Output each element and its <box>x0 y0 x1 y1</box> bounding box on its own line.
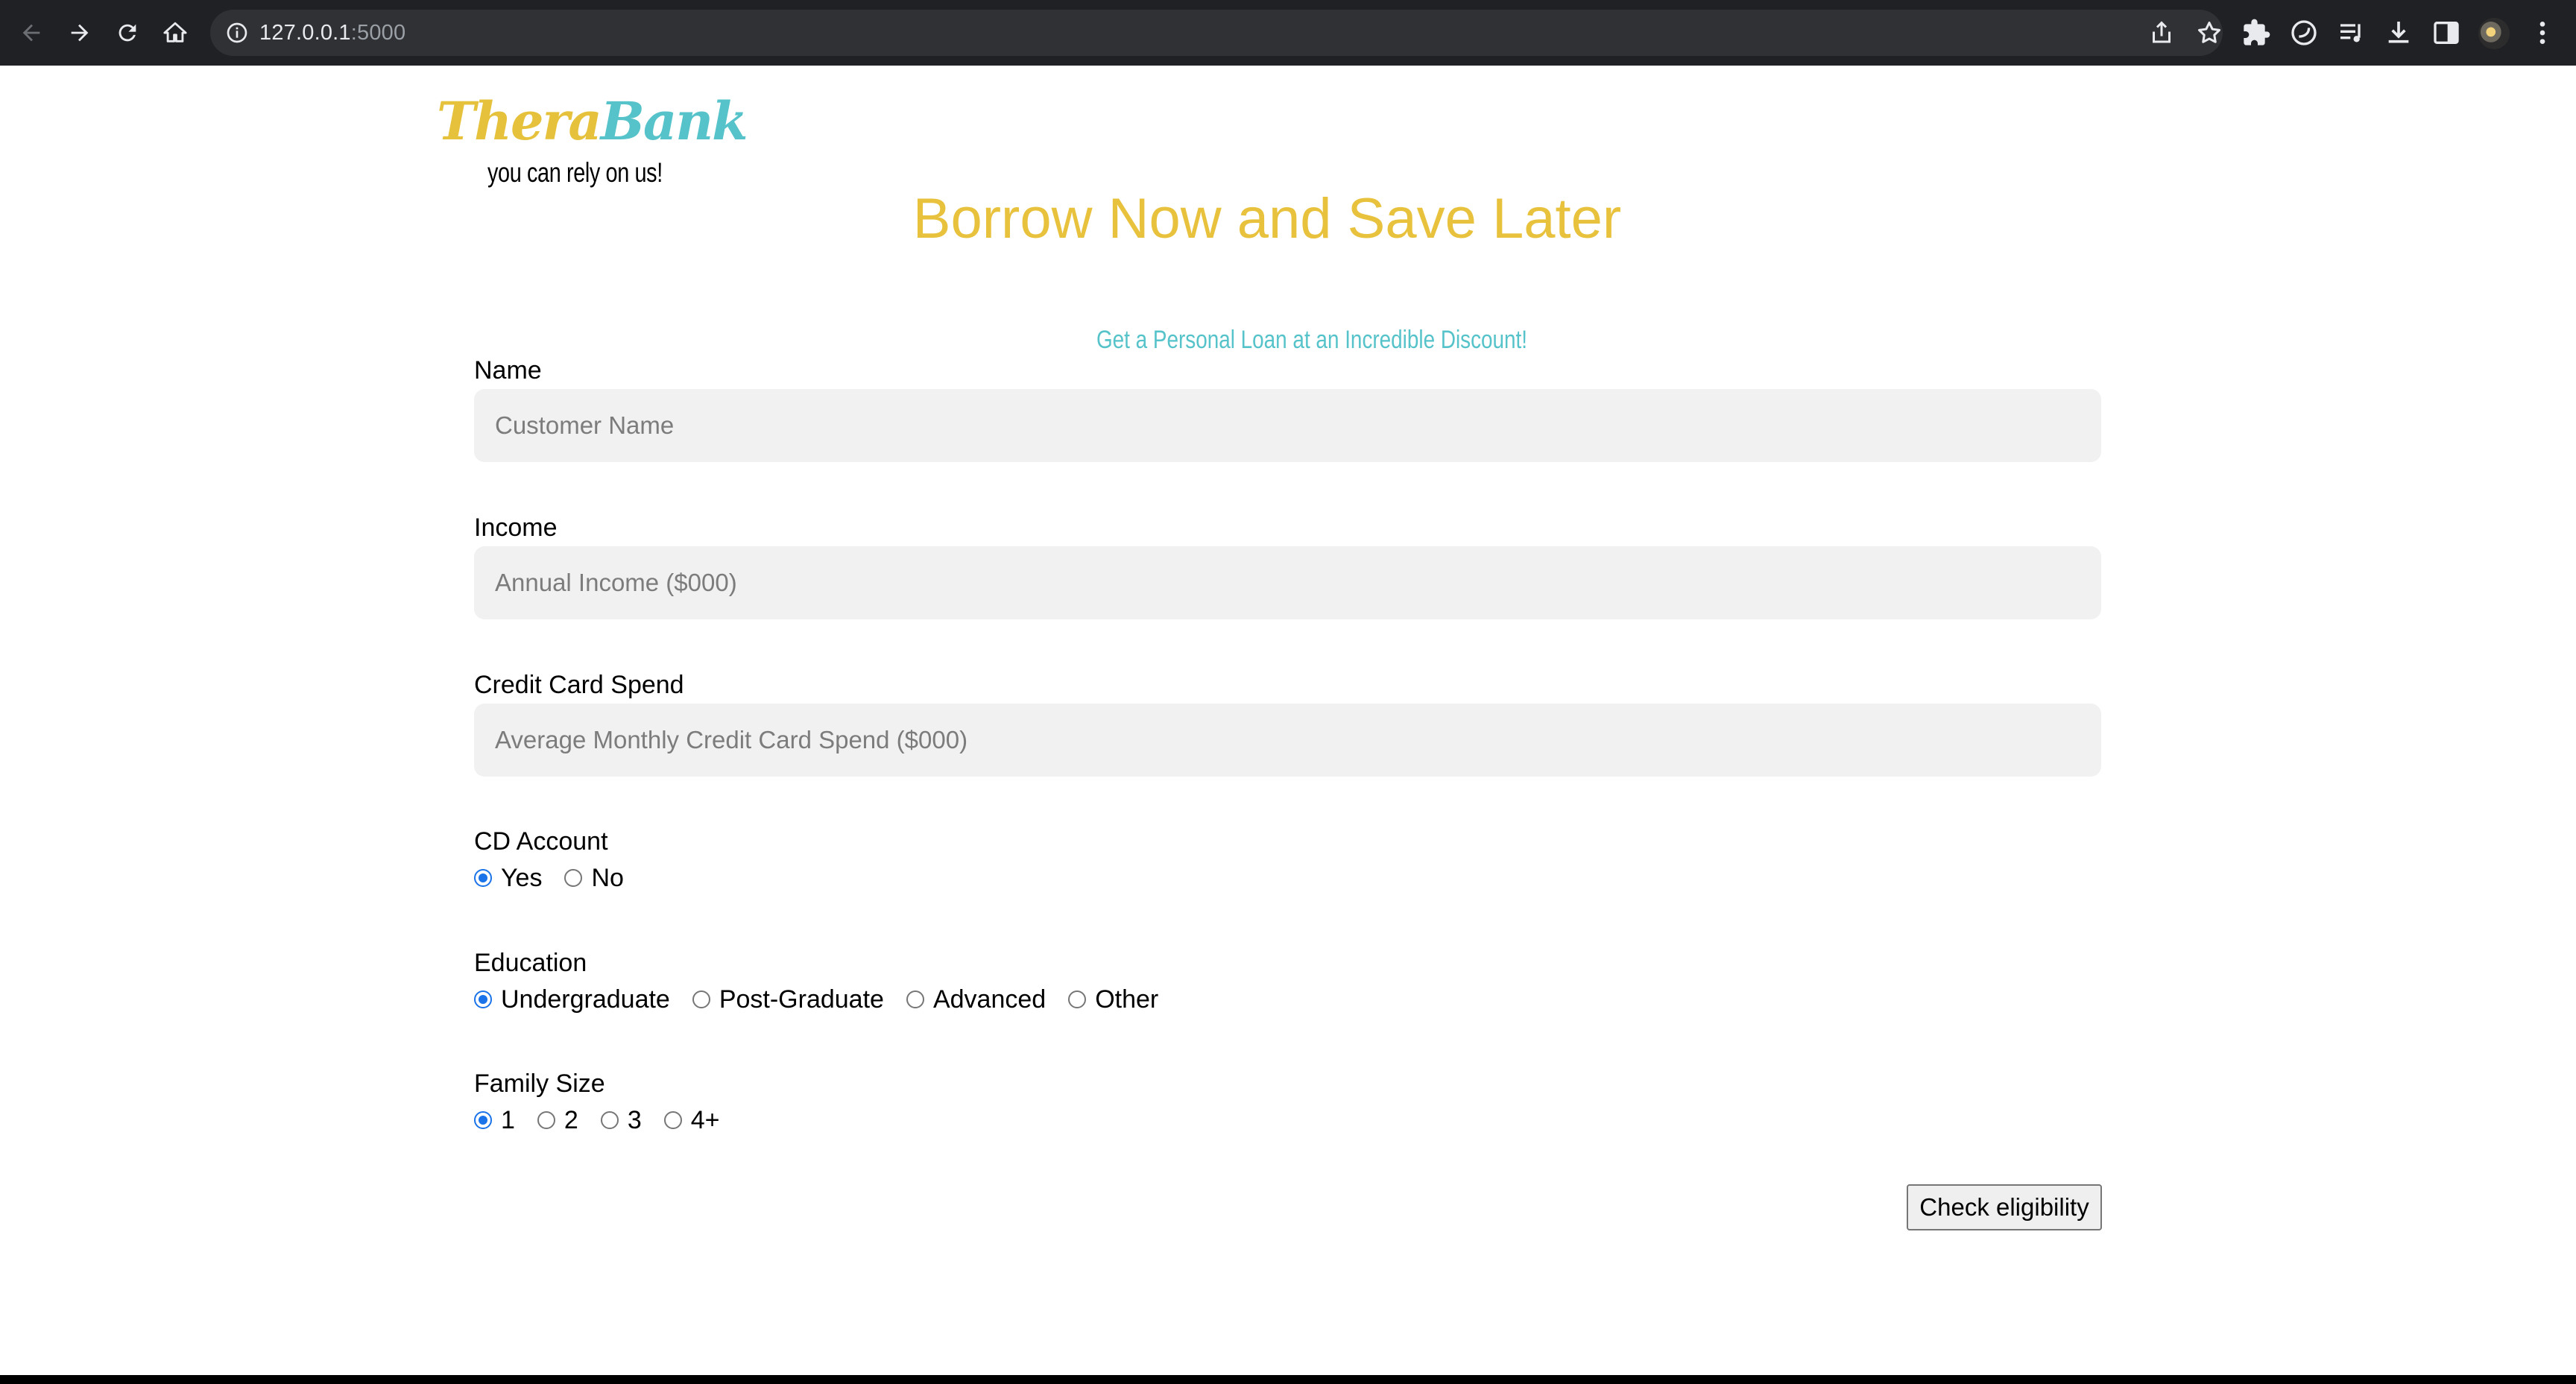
education-radio-group: Undergraduate Post-Graduate Advanced Oth… <box>474 983 1181 1016</box>
cd-account-radio-group: Yes No <box>474 862 646 894</box>
extensions-icon[interactable] <box>2241 18 2271 48</box>
education-option-other[interactable]: Other <box>1068 985 1158 1014</box>
browser-toolbar: 127.0.0.1:5000 <box>0 0 2576 66</box>
extension-swirl-icon[interactable] <box>2289 18 2319 48</box>
annual-income-input[interactable] <box>474 546 2101 619</box>
cd-account-label: CD Account <box>474 827 608 856</box>
radio-button[interactable] <box>537 1111 555 1129</box>
back-button[interactable] <box>12 13 51 52</box>
site-info-icon[interactable] <box>225 21 249 45</box>
customer-name-input[interactable] <box>474 389 2101 462</box>
bookmark-star-icon[interactable] <box>2196 19 2223 46</box>
cd-account-option-yes[interactable]: Yes <box>474 863 542 893</box>
radio-button[interactable] <box>564 869 583 887</box>
hero-subtitle: Get a Personal Loan at an Incredible Dis… <box>1096 326 1528 354</box>
back-arrow-icon <box>22 24 40 42</box>
logo-tagline: you can rely on us! <box>487 157 663 188</box>
therabank-logo: TheraBank you can rely on us! <box>437 80 748 207</box>
home-button[interactable] <box>156 13 195 52</box>
url-text[interactable]: 127.0.0.1:5000 <box>259 20 405 45</box>
home-icon <box>163 22 187 42</box>
page-content: TheraBank you can rely on us! Borrow Now… <box>0 66 2576 1384</box>
cd-account-option-no[interactable]: No <box>564 863 624 893</box>
education-label: Education <box>474 949 587 977</box>
family-size-option-3[interactable]: 3 <box>600 1105 642 1135</box>
family-size-option-1[interactable]: 1 <box>474 1105 515 1135</box>
check-eligibility-button[interactable]: Check eligibility <box>1907 1184 2102 1230</box>
radio-button[interactable] <box>692 990 710 1008</box>
radio-button[interactable] <box>474 869 492 887</box>
education-option-post-graduate[interactable]: Post-Graduate <box>692 985 884 1014</box>
share-icon[interactable] <box>2148 19 2175 46</box>
radio-button[interactable] <box>474 1111 492 1129</box>
reading-list-icon[interactable] <box>2337 18 2367 48</box>
family-size-option-2[interactable]: 2 <box>537 1105 578 1135</box>
radio-button[interactable] <box>600 1111 619 1129</box>
education-option-undergraduate[interactable]: Undergraduate <box>474 985 670 1014</box>
download-icon[interactable] <box>2384 18 2414 48</box>
hero-title-wrap: Borrow Now and Save Later <box>894 183 1640 255</box>
family-size-option-4plus[interactable]: 4+ <box>663 1105 720 1135</box>
income-label: Income <box>474 514 558 542</box>
address-bar[interactable]: 127.0.0.1:5000 <box>210 10 2223 56</box>
radio-button[interactable] <box>474 990 492 1008</box>
credit-card-spend-input[interactable] <box>474 704 2101 777</box>
radio-button[interactable] <box>663 1111 682 1129</box>
ccspend-label: Credit Card Spend <box>474 671 684 699</box>
education-option-advanced[interactable]: Advanced <box>906 985 1046 1014</box>
forward-button[interactable] <box>60 13 99 52</box>
kebab-menu-icon[interactable] <box>2528 18 2557 48</box>
side-panel-icon[interactable] <box>2431 18 2461 48</box>
logo-wordmark: TheraBank <box>437 90 748 152</box>
radio-button[interactable] <box>1068 990 1087 1008</box>
reload-icon <box>119 24 136 42</box>
name-label: Name <box>474 356 542 385</box>
forward-arrow-icon <box>71 24 89 42</box>
hero-title: Borrow Now and Save Later <box>912 187 1622 250</box>
reload-button[interactable] <box>108 13 147 52</box>
profile-avatar[interactable] <box>2478 18 2510 49</box>
family-size-label: Family Size <box>474 1069 605 1098</box>
family-size-radio-group: 1 2 3 4+ <box>474 1104 742 1137</box>
radio-button[interactable] <box>906 990 924 1008</box>
